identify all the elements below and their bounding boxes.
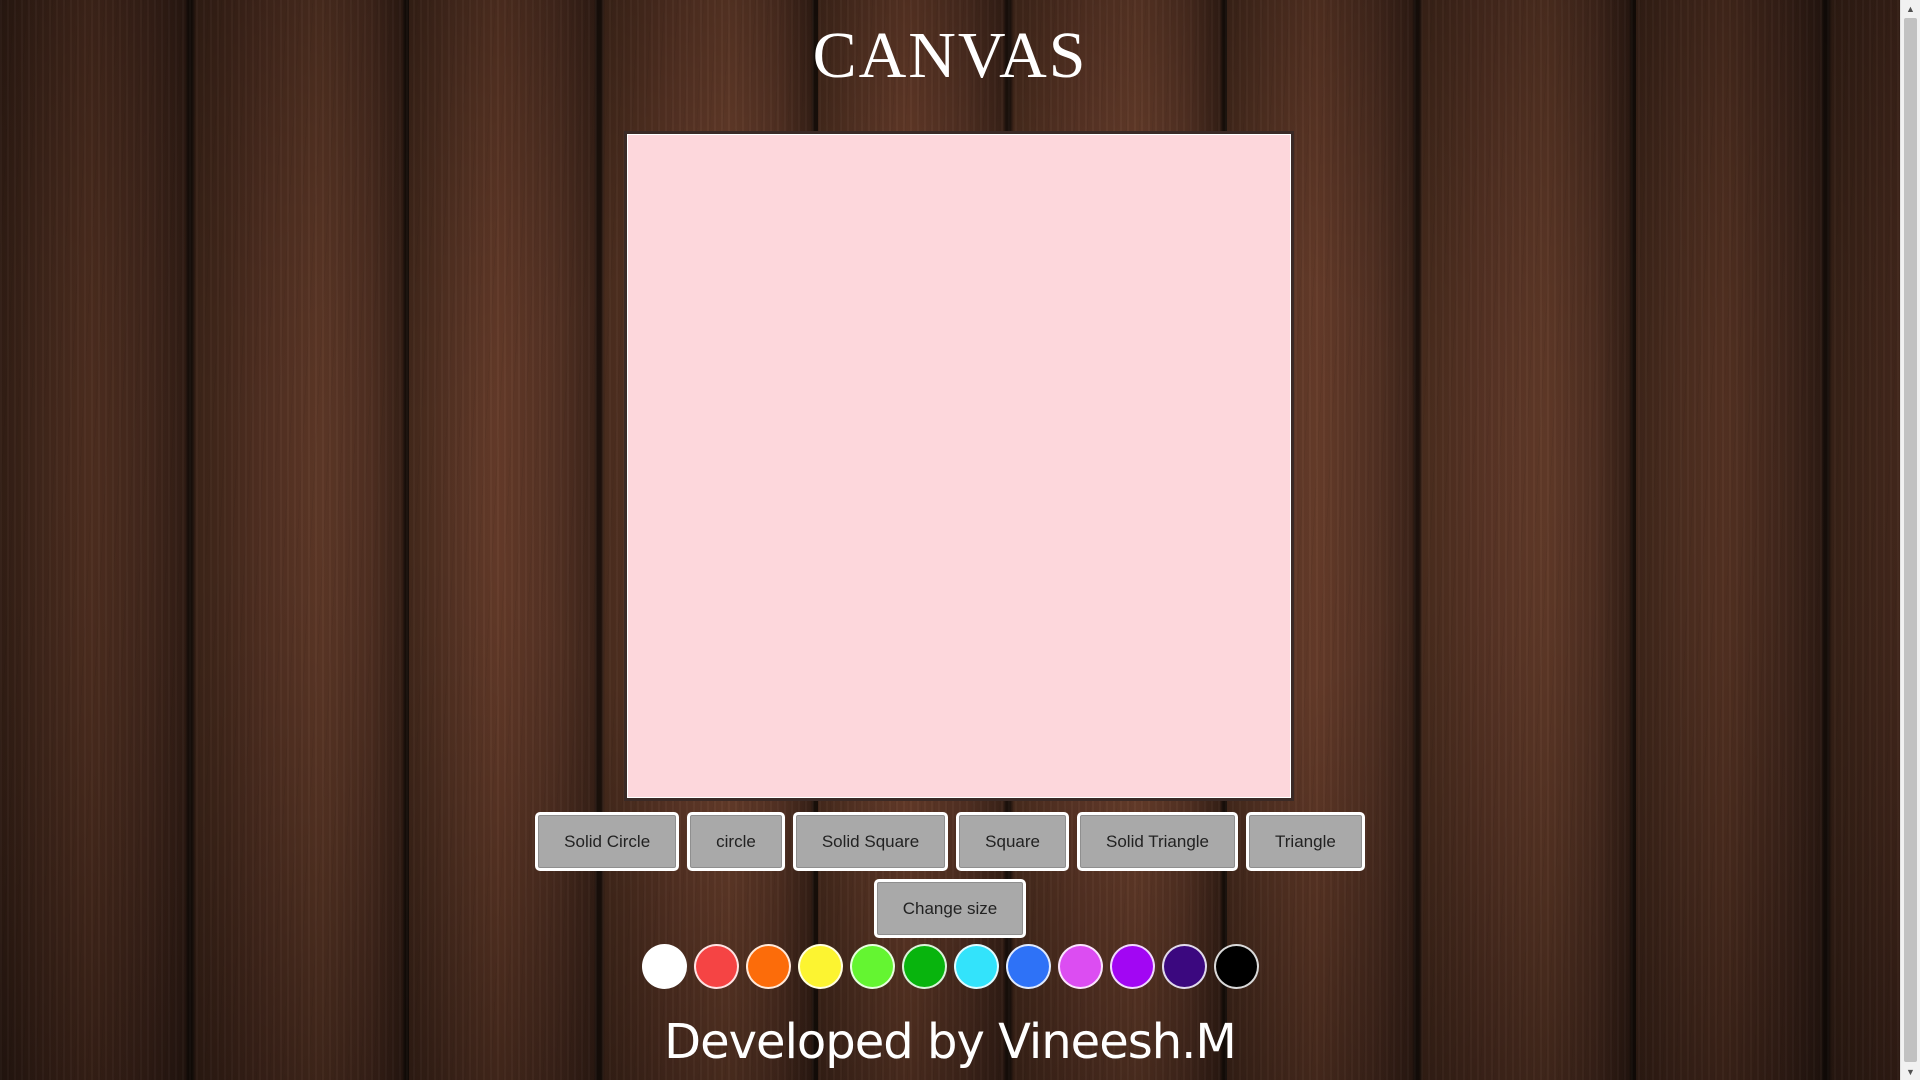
color-swatch-orange[interactable]: [745, 944, 791, 989]
size-button-row: Change size: [0, 879, 1900, 938]
canvas-frame: [624, 131, 1294, 801]
footer-credit: Developed by Vineesh.M: [664, 1014, 1237, 1070]
change-size-button[interactable]: Change size: [873, 879, 1027, 938]
color-swatch-blue[interactable]: [1005, 944, 1051, 989]
color-swatch-cyan[interactable]: [953, 944, 999, 989]
color-swatch-purple[interactable]: [1109, 944, 1155, 989]
vertical-scrollbar[interactable]: ▲ ▼: [1900, 0, 1920, 1080]
solid-triangle-button[interactable]: Solid Triangle: [1077, 812, 1239, 871]
color-swatch-black[interactable]: [1213, 944, 1259, 989]
solid-square-button[interactable]: Solid Square: [792, 812, 949, 871]
shape-button-row: Solid Circle circle Solid Square Square …: [0, 812, 1900, 871]
color-swatch-red[interactable]: [693, 944, 739, 989]
color-palette: [0, 944, 1900, 989]
scroll-up-icon[interactable]: ▲: [1901, 0, 1920, 17]
solid-circle-button[interactable]: Solid Circle: [535, 812, 680, 871]
circle-button[interactable]: circle: [687, 812, 785, 871]
color-swatch-light-green[interactable]: [849, 944, 895, 989]
scrollbar-thumb[interactable]: [1904, 18, 1917, 1062]
scroll-down-icon[interactable]: ▼: [1901, 1063, 1920, 1080]
color-swatch-green[interactable]: [901, 944, 947, 989]
color-swatch-yellow[interactable]: [797, 944, 843, 989]
page-title: CANVAS: [812, 19, 1088, 92]
color-swatch-pink[interactable]: [1057, 944, 1103, 989]
color-swatch-indigo[interactable]: [1161, 944, 1207, 989]
square-button[interactable]: Square: [956, 812, 1069, 871]
color-swatch-white[interactable]: [641, 944, 687, 989]
page: CANVAS Solid Circle circle Solid Square …: [0, 0, 1900, 1080]
drawing-canvas[interactable]: [627, 134, 1291, 798]
triangle-button[interactable]: Triangle: [1246, 812, 1365, 871]
